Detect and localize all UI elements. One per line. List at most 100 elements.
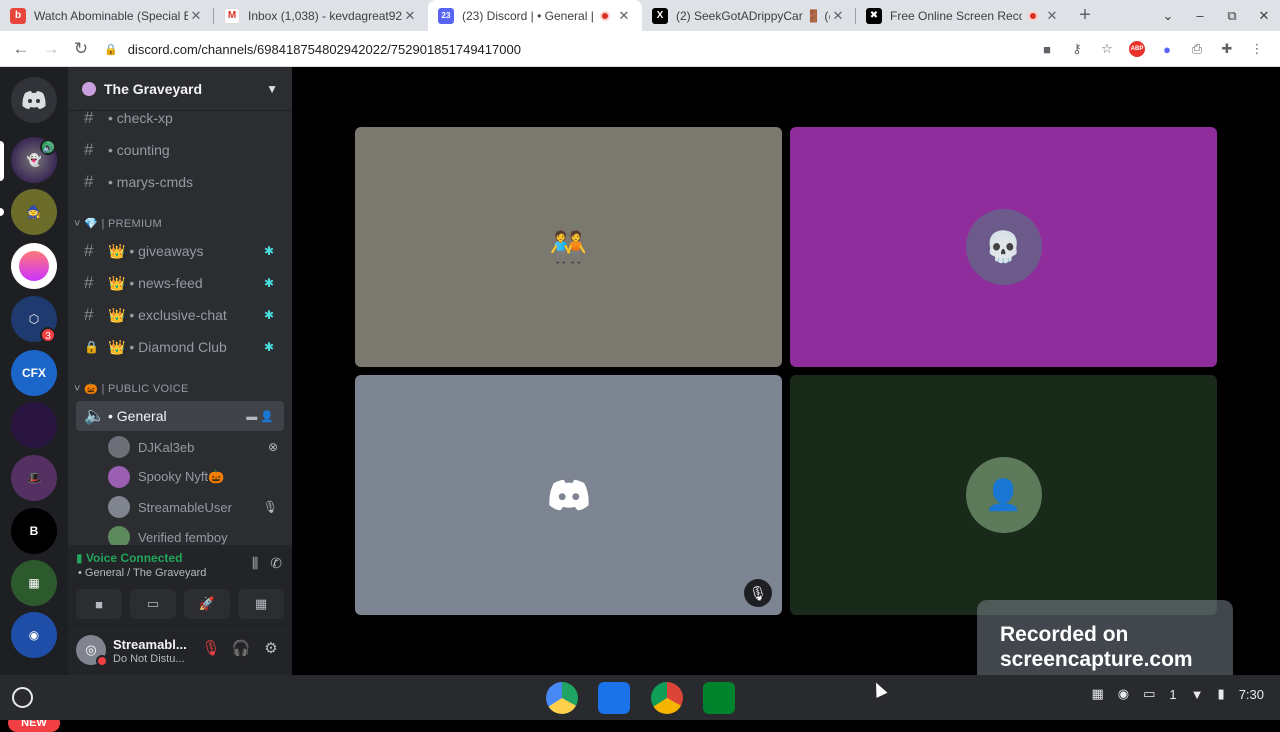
discord-favicon-icon: 23: [438, 7, 454, 24]
voice-status[interactable]: ▮ Voice Connected: [76, 551, 182, 565]
chat-and-invite-icon[interactable]: ▬ 👤: [246, 410, 274, 423]
activity-rocket-button[interactable]: 🚀: [184, 589, 230, 619]
hash-icon: #: [84, 172, 94, 191]
forward-icon[interactable]: →: [36, 39, 66, 59]
server-orange-icon[interactable]: [11, 243, 57, 289]
new-tab-button[interactable]: +: [1070, 0, 1100, 31]
voice-user[interactable]: StreamableUser 🎙: [108, 493, 284, 521]
channel-exclusive-chat[interactable]: # 👑 • exclusive-chat ✱: [76, 300, 284, 330]
notification-count[interactable]: 1: [1169, 687, 1176, 702]
chrome-icon[interactable]: [651, 682, 683, 714]
camera-icon[interactable]: ■: [1032, 42, 1062, 57]
participant-tile[interactable]: 👤: [790, 375, 1217, 615]
selected-server-pill: [0, 141, 4, 181]
channel-diamond-club[interactable]: 🔒 👑 • Diamond Club ✱: [76, 332, 284, 362]
participant-tile[interactable]: 🎙: [355, 375, 782, 615]
browser-tab-strip: b Watch Abominable (Special Ed ✕ M Inbox…: [0, 0, 1280, 31]
os-shelf: ▦ ◉ ▭ 1 ▼ ▮ 7:30: [0, 675, 1280, 720]
meet-icon[interactable]: [703, 682, 735, 714]
stop-recording-icon[interactable]: ◉: [1118, 686, 1129, 702]
reload-icon[interactable]: ↻: [66, 39, 96, 59]
tab-title: Free Online Screen Record: [890, 8, 1022, 23]
lock-icon: 🔒: [84, 340, 99, 354]
participant-tile[interactable]: 💀: [790, 127, 1217, 367]
tab-gmail[interactable]: M Inbox (1,038) - kevdagreat92@ ✕: [214, 0, 428, 31]
system-tray[interactable]: ▦ ◉ ▭ 1 ▼ ▮ 7:30: [1077, 686, 1264, 702]
channel-giveaways[interactable]: # 👑 • giveaways ✱: [76, 236, 284, 266]
minimize-icon[interactable]: –: [1184, 8, 1216, 23]
close-icon[interactable]: ✕: [1044, 8, 1060, 24]
adblock-icon[interactable]: ABP: [1129, 41, 1145, 57]
server-purple-icon[interactable]: [11, 402, 57, 448]
tab-abominable[interactable]: b Watch Abominable (Special Ed ✕: [0, 0, 214, 31]
google-drive-icon[interactable]: [546, 682, 578, 714]
chevron-down-icon[interactable]: ▼: [266, 82, 278, 96]
close-window-icon[interactable]: ✕: [1248, 8, 1280, 24]
address-bar[interactable]: 🔒 discord.com/channels/69841875480294202…: [104, 35, 1024, 63]
avatar: [108, 466, 130, 488]
tab-discord[interactable]: 23 (23) Discord | • General | T ✕: [428, 0, 642, 31]
category-public-voice[interactable]: ˅ 🎃 | PUBLIC VOICE: [74, 382, 189, 395]
bookmark-star-icon[interactable]: ☆: [1092, 41, 1122, 57]
voice-user[interactable]: Spooky Nyft🎃: [108, 463, 284, 491]
gmail-icon: M: [224, 7, 240, 24]
voice-location[interactable]: • General / The Graveyard: [78, 567, 206, 579]
voice-action-buttons: ■ ▭ 🚀 ▦: [76, 589, 284, 619]
channel-marys-cmds[interactable]: # • marys-cmds: [76, 167, 284, 197]
category-premium[interactable]: ˅ 💎 | PREMIUM: [74, 217, 162, 230]
server-cfx-icon[interactable]: CFX: [11, 350, 57, 396]
server-b-icon[interactable]: B: [11, 508, 57, 554]
server-avatar-icon[interactable]: 🎩: [11, 455, 57, 501]
sparkle-icon: ✱: [263, 276, 274, 290]
user-panel: ◎ Streamabl... Do Not Distu... 🎙 🎧 ⚙: [68, 625, 292, 675]
close-icon[interactable]: ✕: [616, 8, 632, 24]
close-icon[interactable]: ✕: [830, 8, 846, 24]
discord-home-icon[interactable]: [11, 77, 57, 123]
voice-icons: ⫼ ✆: [240, 555, 282, 572]
username[interactable]: Streamabl...: [113, 637, 187, 652]
server-minecraft-icon[interactable]: ▦: [11, 560, 57, 606]
blogger-icon: b: [10, 7, 26, 24]
menu-kebab-icon[interactable]: ⋮: [1242, 41, 1272, 57]
back-icon[interactable]: ←: [6, 39, 36, 59]
screen-capture-icon[interactable]: ▦: [1091, 686, 1103, 702]
speaker-icon: 🔈: [84, 406, 106, 425]
user-status: Do Not Distu...: [113, 653, 185, 665]
avatar: 💀: [965, 209, 1042, 285]
tab-title: (2) SeekGotADrippyCar 🚪 (@s: [676, 8, 830, 23]
server-blue-icon[interactable]: ◉: [11, 612, 57, 658]
close-icon[interactable]: ✕: [188, 8, 204, 24]
screen-share-button[interactable]: ▭: [130, 589, 176, 619]
close-icon[interactable]: ✕: [402, 8, 418, 24]
launcher-icon[interactable]: [12, 687, 33, 708]
restore-icon[interactable]: ⧉: [1216, 8, 1248, 24]
lock-icon[interactable]: 🔒: [104, 43, 118, 56]
mute-mic-icon[interactable]: 🎙: [196, 639, 226, 657]
hash-icon: #: [84, 140, 94, 159]
soundboard-button[interactable]: ▦: [238, 589, 284, 619]
server-witch-icon[interactable]: 🧙: [11, 189, 57, 235]
tab-x[interactable]: X (2) SeekGotADrippyCar 🚪 (@s ✕: [642, 0, 856, 31]
voice-user[interactable]: DJKal3eb ⊗: [108, 433, 284, 461]
headphones-icon[interactable]: 🎧: [226, 639, 256, 657]
discord-extension-icon[interactable]: ●: [1152, 42, 1182, 57]
clock[interactable]: 7:30: [1239, 687, 1264, 702]
voice-channel-general[interactable]: 🔈 • General ▬ 👤: [76, 401, 284, 431]
camera-button[interactable]: ■: [76, 589, 122, 619]
gear-icon[interactable]: ⚙: [256, 639, 286, 657]
disconnect-icon[interactable]: ✆: [270, 555, 282, 572]
participant-tile[interactable]: 🧑‍🤝‍🧑: [355, 127, 782, 367]
noise-suppression-icon[interactable]: ⫼: [252, 555, 258, 572]
printer-icon[interactable]: ⎙: [1182, 41, 1212, 57]
sparkle-icon: ✱: [263, 308, 274, 322]
channel-counting[interactable]: # • counting: [76, 135, 284, 165]
key-icon[interactable]: ⚷: [1062, 41, 1092, 57]
channel-news-feed[interactable]: # 👑 • news-feed ✱: [76, 268, 284, 298]
channel-check-xp[interactable]: # • check-xp: [76, 103, 284, 133]
tab-search-icon[interactable]: ⌄: [1152, 8, 1184, 24]
tab-screen-recorder[interactable]: ✖ Free Online Screen Record ✕: [856, 0, 1070, 31]
files-icon[interactable]: [598, 682, 630, 714]
extensions-puzzle-icon[interactable]: ✚: [1212, 41, 1242, 57]
cast-icon[interactable]: ▭: [1143, 686, 1155, 702]
mention-badge: 3: [40, 327, 56, 343]
